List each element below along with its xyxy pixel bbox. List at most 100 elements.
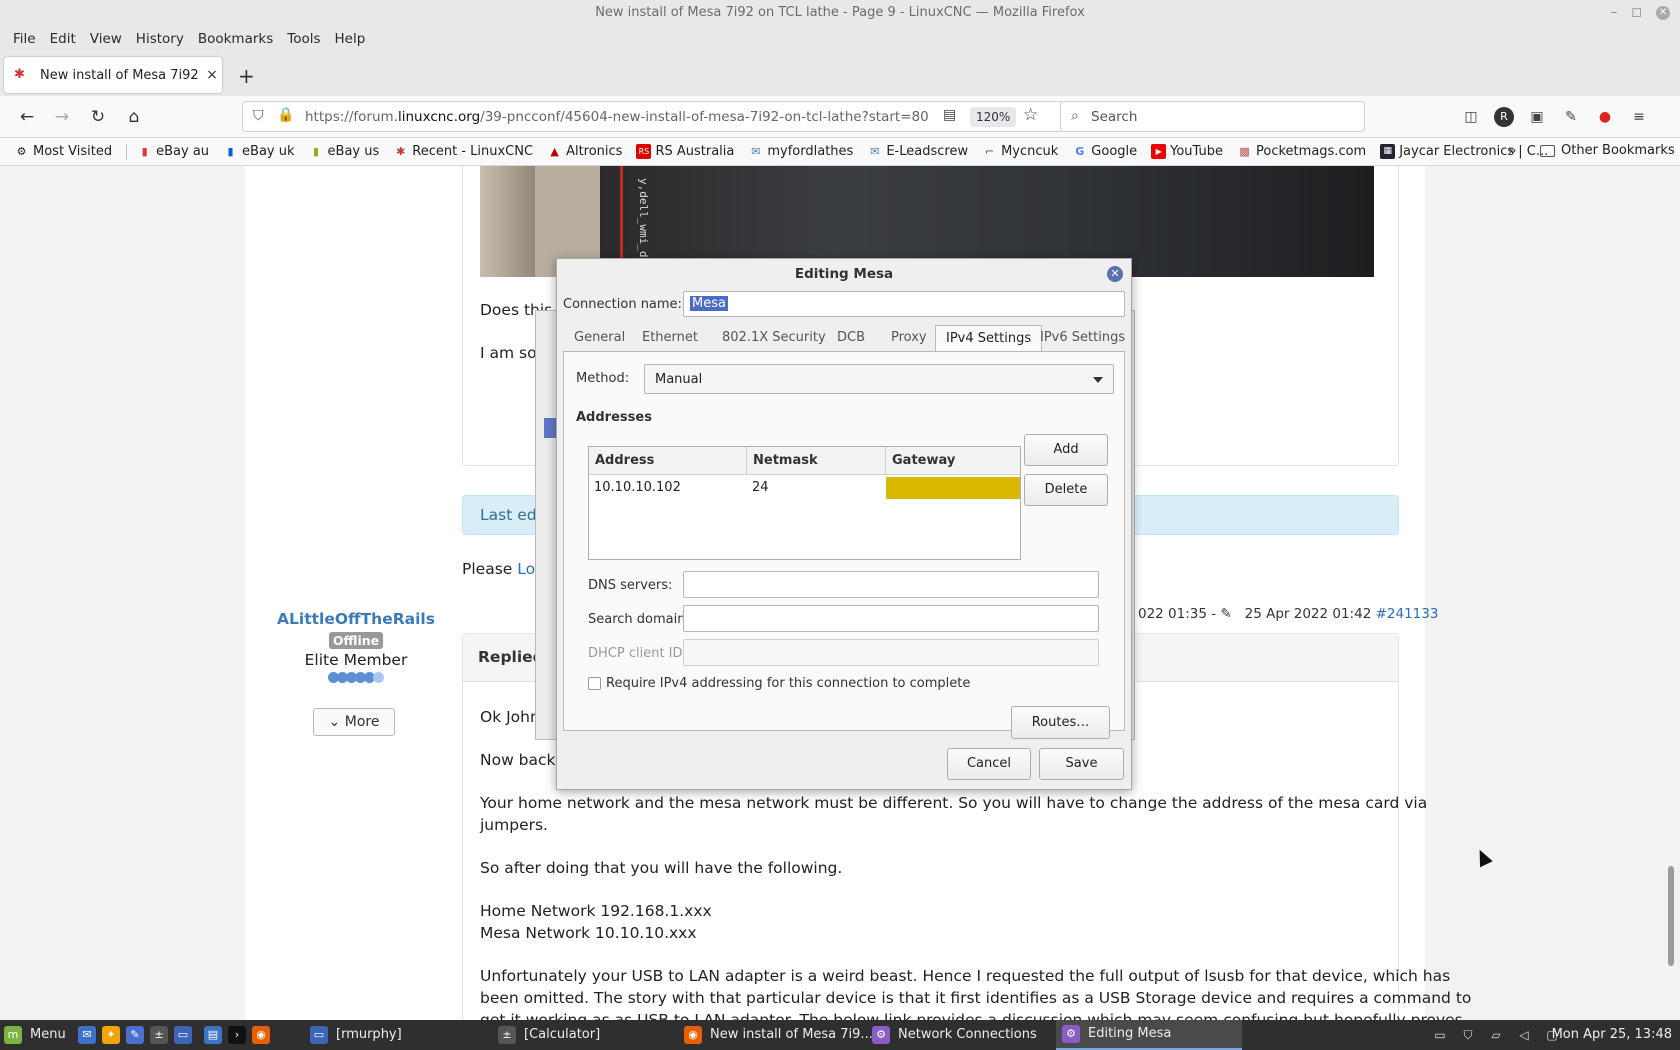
column-gateway[interactable]: Gateway <box>886 447 1020 475</box>
search-bar[interactable]: ⌕ Search <box>1060 101 1365 132</box>
bookmark-recent-linuxcnc[interactable]: ✱ Recent - LinuxCNC <box>393 144 533 159</box>
tab-dcb[interactable]: DCB <box>837 330 865 345</box>
task-calculator[interactable]: ± [Calculator] <box>498 1020 600 1050</box>
bookmark-youtube[interactable]: ▶ YouTube <box>1151 144 1223 159</box>
menu-tools[interactable]: Tools <box>280 31 327 47</box>
browser-tab[interactable]: ✱ New install of Mesa 7i92 on × <box>4 57 222 93</box>
task-firefox[interactable]: ◉ New install of Mesa 7i9... <box>684 1020 873 1050</box>
clock[interactable]: Mon Apr 25, 13:48 <box>1552 1020 1672 1050</box>
mail-launcher-icon[interactable]: ✉ <box>78 1026 96 1044</box>
tab-proxy[interactable]: Proxy <box>891 330 927 345</box>
dialog-close-icon[interactable]: ✕ <box>1107 266 1123 282</box>
require-ipv4-label[interactable]: Require IPv4 addressing for this connect… <box>606 676 970 691</box>
start-menu-button[interactable]: m Menu <box>4 1020 66 1050</box>
method-select[interactable]: Manual <box>644 364 1114 394</box>
cancel-button[interactable]: Cancel <box>947 748 1031 780</box>
app-launcher-icon[interactable]: ✦ <box>102 1026 120 1044</box>
bookmark-google[interactable]: G Google <box>1072 144 1137 159</box>
close-window-icon[interactable]: ✕ <box>1656 6 1670 20</box>
minimize-icon[interactable]: – <box>1611 0 1618 26</box>
hamburger-menu-icon[interactable]: ≡ <box>1628 106 1650 128</box>
pocket-icon[interactable]: ◫ <box>1460 106 1482 128</box>
add-address-button[interactable]: Add <box>1024 434 1108 466</box>
routes-button[interactable]: Routes… <box>1011 706 1110 739</box>
zoom-level[interactable]: 120% <box>970 107 1017 127</box>
bookmark-most-visited[interactable]: ⚙ Most Visited <box>14 144 113 159</box>
gateway-cell-editing[interactable] <box>886 477 1020 499</box>
task-rmurphy[interactable]: ▭ [rmurphy] <box>310 1020 402 1050</box>
window-launcher-icon[interactable]: ▭ <box>174 1026 192 1044</box>
calculator-launcher-icon[interactable]: ± <box>150 1026 168 1044</box>
tracking-shield-icon[interactable]: ⛉ <box>253 108 264 124</box>
menu-history[interactable]: History <box>129 31 191 47</box>
address-cell[interactable]: 10.10.10.102 <box>589 477 747 499</box>
bookmark-pocketmags[interactable]: ▩ Pocketmags.com <box>1237 144 1366 159</box>
menu-file[interactable]: File <box>6 31 43 47</box>
bookmark-mycncuk[interactable]: ⌐ Mycncuk <box>982 144 1058 159</box>
tab-ipv4-settings[interactable]: IPv4 Settings <box>935 325 1043 352</box>
text-editor-launcher-icon[interactable]: ✎ <box>126 1026 144 1044</box>
terminal-launcher-icon[interactable]: › <box>228 1026 246 1044</box>
account-avatar-icon[interactable]: R <box>1494 107 1514 127</box>
save-button[interactable]: Save <box>1039 748 1124 780</box>
home-icon[interactable]: ⌂ <box>122 105 146 129</box>
task-editing-mesa[interactable]: ⚙ Editing Mesa <box>1056 1020 1242 1050</box>
task-network-connections[interactable]: ⚙ Network Connections <box>872 1020 1037 1050</box>
bookmark-star-icon[interactable]: ☆ <box>1023 105 1038 125</box>
files-launcher-icon[interactable]: ▤ <box>204 1026 222 1044</box>
tab-ipv6-settings[interactable]: IPv6 Settings <box>1040 330 1125 345</box>
extension-icon[interactable]: ✎ <box>1560 106 1582 128</box>
display-icon[interactable]: ▭ <box>1432 1027 1448 1043</box>
tab-close-icon[interactable]: × <box>202 67 222 83</box>
menu-bookmarks[interactable]: Bookmarks <box>191 31 280 47</box>
author-more-button[interactable]: ⌄ More <box>313 708 395 736</box>
page-scrollbar-thumb[interactable] <box>1668 866 1674 966</box>
dns-servers-input[interactable] <box>683 571 1099 598</box>
folder-icon <box>1540 144 1555 157</box>
back-icon[interactable]: ← <box>15 105 39 129</box>
window-title: New install of Mesa 7i92 on TCL lathe - … <box>595 5 1085 20</box>
menu-view[interactable]: View <box>83 31 129 47</box>
new-tab-icon[interactable]: + <box>238 64 255 88</box>
shield-icon[interactable]: ⛉ <box>1460 1027 1476 1043</box>
tab-ethernet[interactable]: Ethernet <box>642 330 698 345</box>
tab-general[interactable]: General <box>574 330 625 345</box>
tab-8021x-security[interactable]: 802.1X Security <box>722 330 826 345</box>
netmask-cell[interactable]: 24 <box>747 477 886 499</box>
bookmark-ebay-uk[interactable]: ▮ eBay uk <box>223 144 295 159</box>
column-address[interactable]: Address <box>589 447 747 475</box>
bookmark-jaycar[interactable]: ▦ Jaycar Electronics | C... <box>1380 144 1548 159</box>
bookmark-myfordlathes[interactable]: ✉ myfordlathes <box>748 144 853 159</box>
bookmarks-overflow-icon[interactable]: » <box>1508 143 1517 159</box>
search-domains-input[interactable] <box>683 605 1099 632</box>
bookmark-altronics[interactable]: ▲ Altronics <box>547 144 622 159</box>
lock-icon[interactable]: 🔒 <box>277 107 294 123</box>
terminal-extension-icon[interactable]: ▣ <box>1526 106 1548 128</box>
reader-view-icon[interactable]: ▤ <box>943 107 956 123</box>
column-netmask[interactable]: Netmask <box>747 447 886 475</box>
red-extension-icon[interactable]: ● <box>1594 106 1616 128</box>
bookmark-ebay-au[interactable]: ▮ eBay au <box>137 144 209 159</box>
bookmark-ebay-us[interactable]: ▮ eBay us <box>309 144 379 159</box>
reload-icon[interactable]: ↻ <box>86 105 110 129</box>
url-bar[interactable]: ⛉ 🔒 https://forum.linuxcnc.org/39-pnccon… <box>242 101 1064 132</box>
addresses-table[interactable]: Address Netmask Gateway 10.10.10.102 24 <box>588 446 1021 560</box>
connection-name-input[interactable]: Mesa <box>683 291 1125 317</box>
volume-icon[interactable]: ◁ <box>1516 1027 1532 1043</box>
delete-address-button[interactable]: Delete <box>1024 474 1108 506</box>
dhcp-client-id-input[interactable] <box>683 639 1099 666</box>
forward-icon[interactable]: → <box>50 105 74 129</box>
require-ipv4-checkbox[interactable] <box>588 677 601 690</box>
bookmark-rs-australia[interactable]: RS RS Australia <box>636 144 734 159</box>
bookmark-other-bookmarks[interactable]: Other Bookmarks <box>1540 143 1675 158</box>
author-name[interactable]: ALittleOffTheRails <box>245 610 467 628</box>
network-status-icon[interactable]: ▱ <box>1488 1027 1504 1043</box>
post-permalink[interactable]: #241133 <box>1376 606 1439 622</box>
url-text[interactable]: https://forum.linuxcnc.org/39-pncconf/45… <box>305 109 929 125</box>
menu-help[interactable]: Help <box>328 31 373 47</box>
menu-edit[interactable]: Edit <box>43 31 83 47</box>
bookmark-eleadscrew[interactable]: ✉ E-Leadscrew <box>867 144 968 159</box>
firefox-launcher-icon[interactable]: ◉ <box>252 1026 270 1044</box>
maximize-icon[interactable]: ◻ <box>1631 0 1642 26</box>
post-meta: 022 01:35 - ✎ 25 Apr 2022 01:42 #241133 <box>1138 606 1439 622</box>
